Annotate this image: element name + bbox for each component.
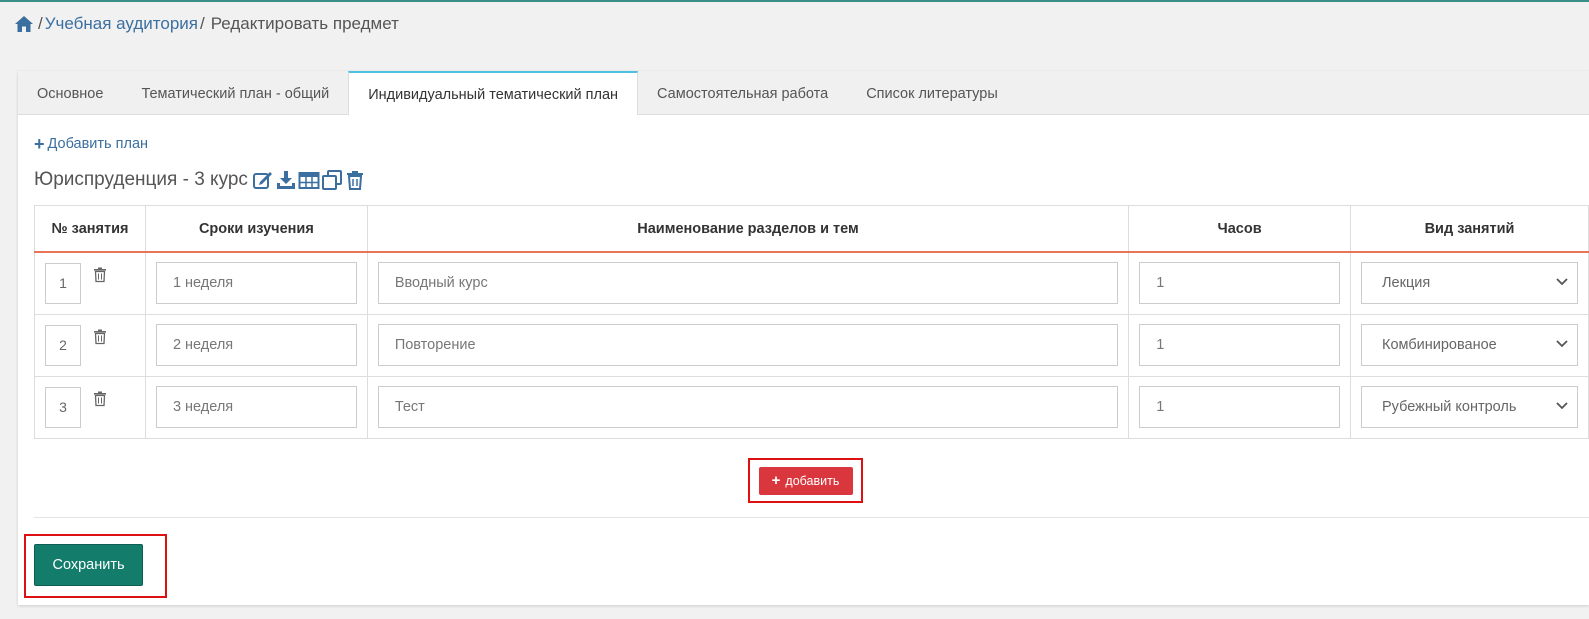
lesson-type-value: Лекция [1382,275,1431,292]
lesson-type-select[interactable]: Лекция [1361,262,1578,305]
lesson-type-cell: Рубежный контроль [1350,375,1589,439]
lesson-number-cell: 3 [34,375,146,439]
tab-bar: Основное Тематический план - общий Индив… [18,71,1589,115]
study-period-input[interactable]: 2 неделя [155,324,357,366]
hours-cell: 1 [1128,375,1352,439]
study-period-input[interactable]: 3 неделя [155,386,357,428]
tab-literature-list[interactable]: Список литературы [847,71,1017,114]
header-study-period: Сроки изучения [144,205,368,253]
breadcrumb-separator: / [199,14,205,33]
table-header-row: № занятия Сроки изучения Наименование ра… [34,205,1589,253]
breadcrumb-link-classroom[interactable]: Учебная аудитория [45,14,198,34]
header-lesson-number: № занятия [34,205,146,253]
tab-basic[interactable]: Основное [18,71,122,114]
header-hours: Часов [1128,205,1352,253]
topic-input[interactable]: Вводный курс [377,262,1119,305]
breadcrumb-separator: / [38,14,43,33]
divider [34,517,1589,518]
topic-input[interactable]: Тест [377,386,1119,428]
table-row: 2 2 неделя Повторение 1 Комбинированое [34,313,1589,377]
lesson-type-cell: Комбинированое [1350,313,1589,377]
topic-cell: Вводный курс [366,251,1130,315]
add-plan-link[interactable]: + Добавить план [34,134,149,154]
copy-icon[interactable] [321,169,343,191]
download-icon[interactable] [275,169,297,191]
lesson-number-cell: 1 [34,251,146,315]
table-icon[interactable] [298,169,320,191]
chevron-down-icon [1555,399,1569,415]
hours-input[interactable]: 1 [1139,324,1341,366]
topic-input[interactable]: Повторение [377,324,1119,366]
table-row: 3 3 неделя Тест 1 Рубежный контроль [34,375,1589,439]
plan-title: Юриспруденция - 3 курс [34,169,248,190]
topic-cell: Повторение [366,313,1130,377]
delete-row-icon[interactable] [93,329,107,345]
study-period-input[interactable]: 1 неделя [155,262,357,305]
top-accent-line [0,0,1589,2]
edit-icon[interactable] [252,169,274,191]
trash-icon[interactable] [344,169,366,191]
lesson-type-cell: Лекция [1350,251,1589,315]
delete-row-icon[interactable] [93,391,107,407]
home-icon[interactable] [14,14,34,34]
lesson-type-select[interactable]: Комбинированое [1361,324,1578,366]
study-period-cell: 3 неделя [144,375,368,439]
add-plan-label: Добавить план [47,136,149,152]
add-row-label: добавить [785,473,840,488]
lesson-number-cell: 2 [34,313,146,377]
tab-independent-work[interactable]: Самостоятельная работа [638,71,847,114]
plan-table: № занятия Сроки изучения Наименование ра… [34,205,1589,439]
topic-cell: Тест [366,375,1130,439]
plus-icon: + [771,472,781,489]
save-highlight: Сохранить [24,534,167,598]
chevron-down-icon [1555,337,1569,353]
hours-input[interactable]: 1 [1139,386,1341,428]
hours-cell: 1 [1128,313,1352,377]
save-button[interactable]: Сохранить [34,544,143,586]
plan-header: Юриспруденция - 3 курс [34,169,367,191]
breadcrumb: / Учебная аудитория / Редактировать пред… [14,12,399,36]
chevron-down-icon [1555,275,1569,291]
add-row-highlight: + добавить [748,458,863,503]
study-period-cell: 2 неделя [144,313,368,377]
header-lesson-type: Вид занятий [1350,205,1589,253]
lesson-type-value: Комбинированое [1382,337,1497,353]
tab-individual-thematic-plan[interactable]: Индивидуальный тематический план [348,71,639,115]
add-row-button[interactable]: + добавить [758,466,853,495]
lesson-number-input[interactable]: 3 [45,386,81,428]
tab-thematic-plan-general[interactable]: Тематический план - общий [122,71,348,114]
header-topic-name: Наименование разделов и тем [366,205,1130,253]
lesson-number-input[interactable]: 2 [45,324,81,366]
hours-cell: 1 [1128,251,1352,315]
plus-icon: + [34,134,45,154]
study-period-cell: 1 неделя [144,251,368,315]
hours-input[interactable]: 1 [1139,262,1341,305]
table-row: 1 1 неделя Вводный курс 1 Лекция [34,251,1589,315]
delete-row-icon[interactable] [93,267,107,283]
main-panel: Основное Тематический план - общий Индив… [18,71,1589,605]
lesson-type-value: Рубежный контроль [1382,399,1517,415]
breadcrumb-current: Редактировать предмет [210,14,399,33]
plan-actions [252,169,367,191]
lesson-number-input[interactable]: 1 [45,262,81,304]
lesson-type-select[interactable]: Рубежный контроль [1361,386,1578,428]
